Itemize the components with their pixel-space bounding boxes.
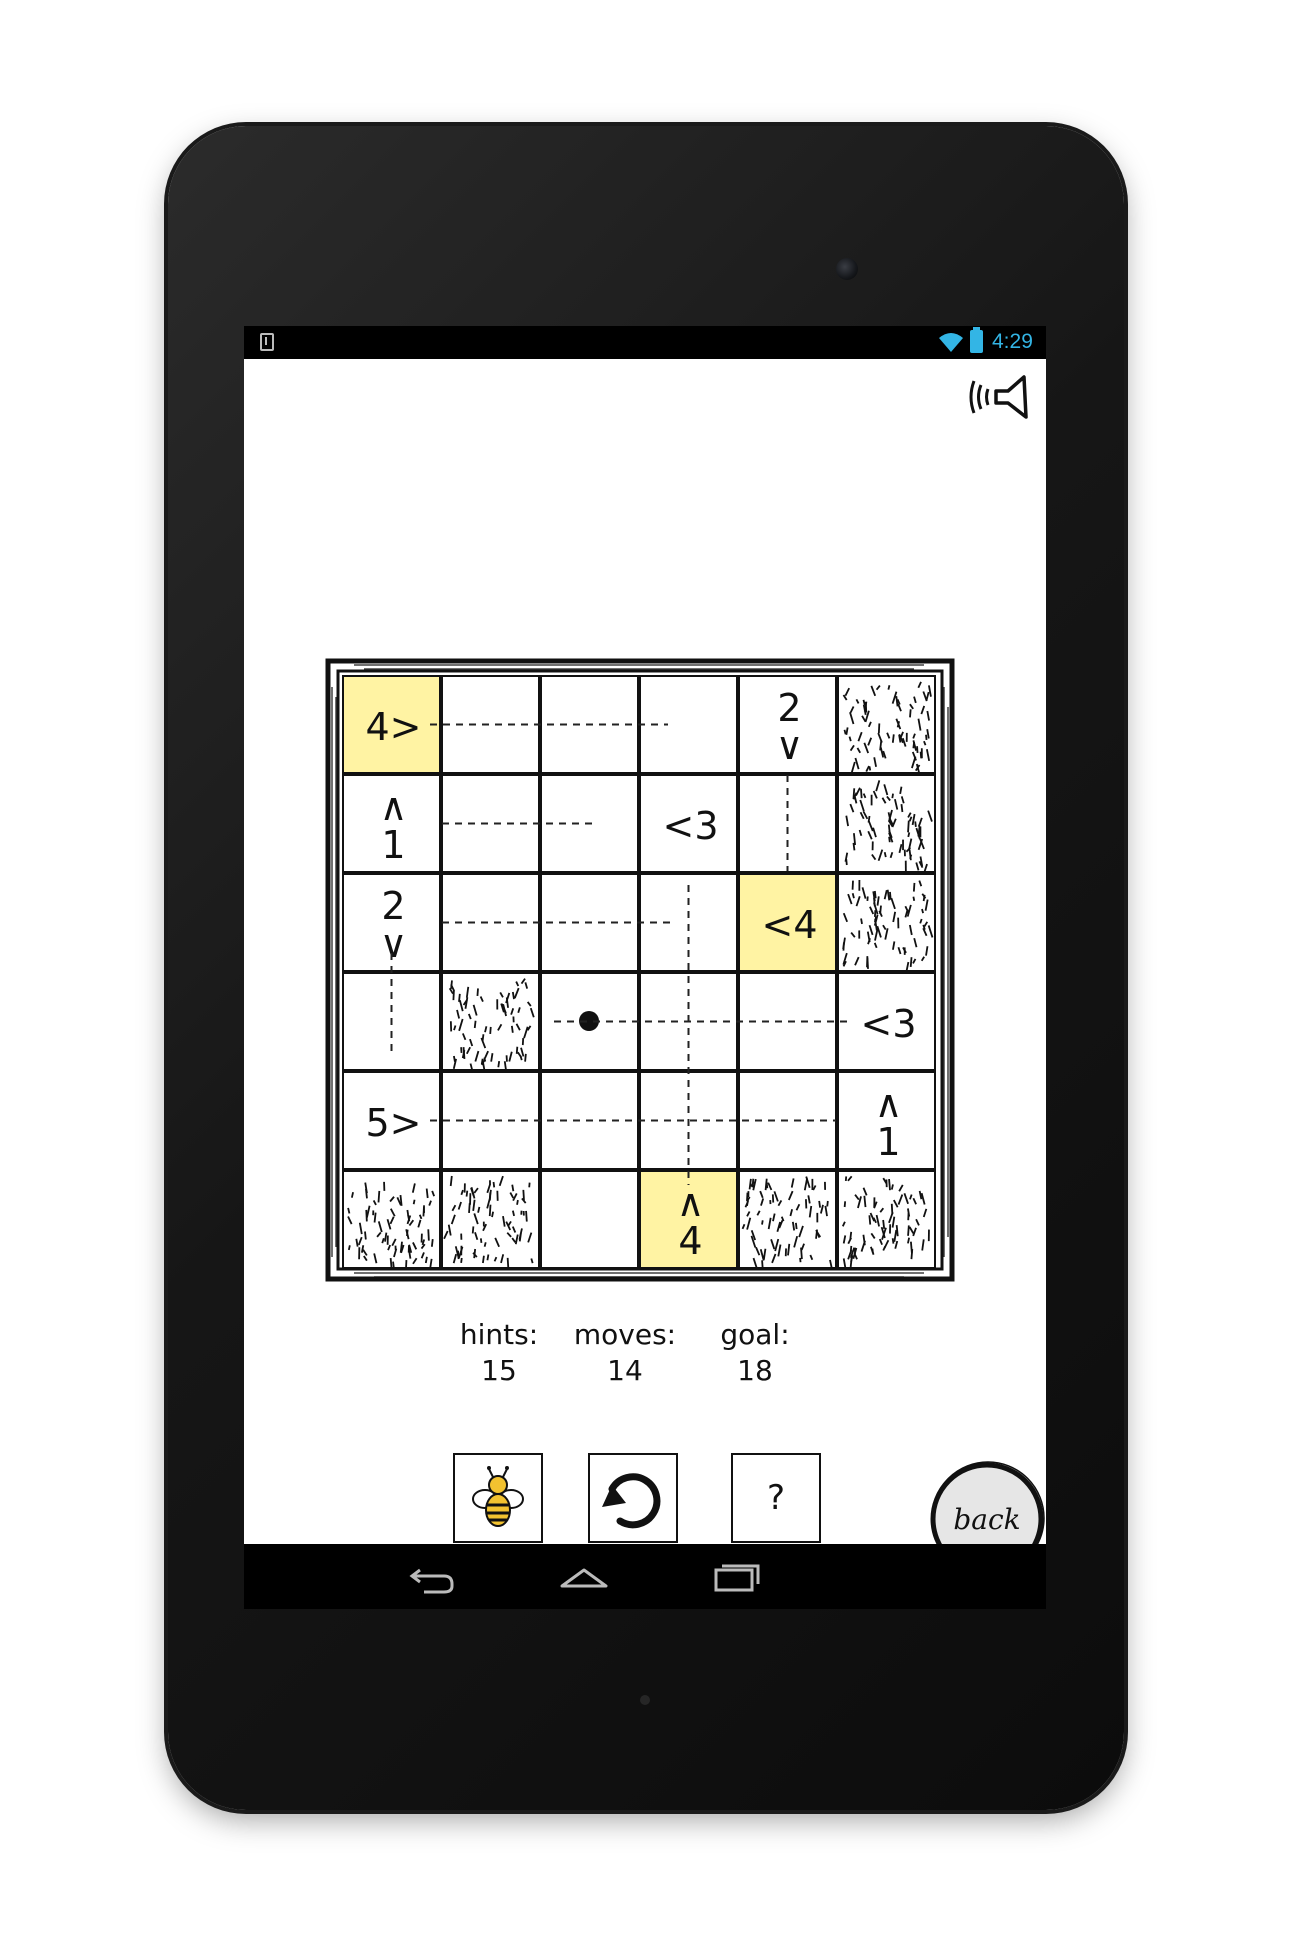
moves-stat: moves: 14 xyxy=(565,1317,685,1389)
game-screen: 4> 2 ∨ ∧ 1 <3 2 ∨ <4 <3 5> ∧ 1 ∧ 4 hints… xyxy=(244,359,1046,1576)
front-camera xyxy=(836,258,858,280)
nav-recents-icon[interactable] xyxy=(706,1552,766,1600)
nav-back-icon[interactable] xyxy=(402,1552,462,1600)
wifi-icon xyxy=(939,333,963,352)
battery-icon xyxy=(970,327,983,353)
restart-button[interactable] xyxy=(588,1453,678,1543)
download-notification-icon xyxy=(260,333,274,351)
hint-button[interactable] xyxy=(453,1453,543,1543)
stats-panel: hints: 15 moves: 14 goal: 18 xyxy=(439,1317,839,1397)
light-sensor xyxy=(640,1695,650,1705)
moves-value: 14 xyxy=(607,1354,643,1387)
hints-label: hints: xyxy=(459,1318,539,1351)
status-bar: 4:29 xyxy=(244,326,1046,359)
bee-icon xyxy=(472,1466,524,1527)
goal-label: goal: xyxy=(720,1318,790,1351)
status-time: 4:29 xyxy=(992,330,1033,353)
moves-label: moves: xyxy=(573,1318,677,1351)
sound-speaker-icon[interactable] xyxy=(968,371,1030,423)
nav-home-icon[interactable] xyxy=(554,1552,614,1600)
hints-stat: hints: 15 xyxy=(439,1317,559,1389)
help-button[interactable]: ? xyxy=(731,1453,821,1543)
path-overlay xyxy=(390,723,852,1185)
goal-value: 18 xyxy=(737,1354,773,1387)
navigation-bar xyxy=(244,1544,1046,1609)
hints-value: 15 xyxy=(481,1354,517,1387)
goal-stat: goal: 18 xyxy=(695,1317,815,1389)
device-screen: 4:29 4>2 ∨∧ 1<32 ∨<4<35>∧ 1∧ 4 xyxy=(244,326,1046,1609)
restart-arrow-icon xyxy=(602,1473,661,1529)
help-label: ? xyxy=(766,1478,786,1518)
